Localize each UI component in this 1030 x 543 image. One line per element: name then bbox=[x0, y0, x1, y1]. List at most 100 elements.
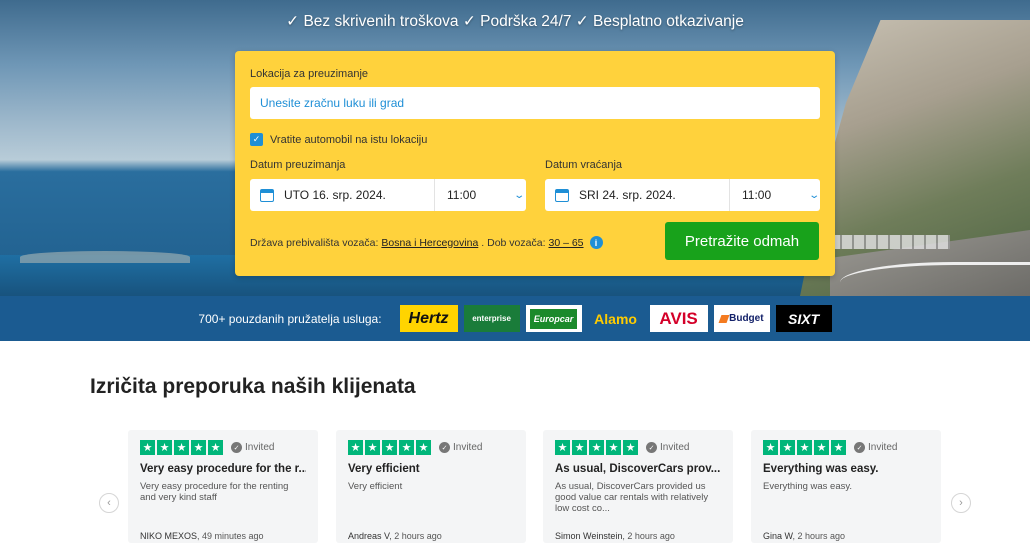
review-author: Gina W, 2 hours ago bbox=[763, 531, 845, 541]
europcar-logo-text: Europcar bbox=[529, 308, 578, 329]
star-icon: ★ bbox=[191, 440, 206, 455]
review-body: As usual, DiscoverCars provided us good … bbox=[555, 481, 709, 514]
star-icon: ★ bbox=[780, 440, 795, 455]
rating-stars: ★ ★ ★ ★ ★ ✓ Invited bbox=[555, 440, 721, 455]
star-icon: ★ bbox=[208, 440, 223, 455]
invited-badge: ✓ Invited bbox=[439, 442, 482, 453]
europcar-logo: Europcar bbox=[525, 305, 582, 332]
review-author-name: NIKO MEXOS bbox=[140, 531, 198, 541]
invited-badge: ✓ Invited bbox=[854, 442, 897, 453]
star-icon: ★ bbox=[555, 440, 570, 455]
hertz-logo: Hertz bbox=[399, 305, 458, 332]
verified-check-icon: ✓ bbox=[854, 442, 865, 453]
star-icon: ★ bbox=[174, 440, 189, 455]
providers-bar: 700+ pouzdanih pružatelja usluga: Hertz … bbox=[0, 296, 1030, 341]
same-location-row[interactable]: ✓ Vratite automobil na istu lokaciju bbox=[250, 133, 427, 146]
review-card: ★ ★ ★ ★ ★ ✓ Invited As usual, DiscoverCars pr… bbox=[543, 430, 733, 543]
review-body: Very easy procedure for the renting and … bbox=[140, 481, 289, 503]
checkbox-checked-icon[interactable]: ✓ bbox=[250, 133, 263, 146]
calendar-icon bbox=[260, 188, 274, 202]
review-title: As usual, DiscoverCars prov... bbox=[555, 463, 721, 475]
hero-railing bbox=[830, 235, 950, 249]
return-date-label: Datum vraćanja bbox=[545, 159, 623, 171]
star-icon: ★ bbox=[814, 440, 829, 455]
review-author: Andreas V, 2 hours ago bbox=[348, 531, 442, 541]
star-icon: ★ bbox=[606, 440, 621, 455]
review-time: , 49 minutes ago bbox=[197, 531, 264, 541]
pickup-time-select[interactable]: 11:00 bbox=[447, 188, 507, 202]
search-button[interactable]: Pretražite odmah bbox=[665, 222, 819, 260]
pickup-datetime-field: UTO 16. srp. 2024. 11:00 ⌄ bbox=[250, 179, 526, 211]
info-icon[interactable]: i bbox=[589, 236, 603, 249]
reviews-title: Izričita preporuka naših klijenata bbox=[90, 375, 416, 398]
star-icon: ★ bbox=[365, 440, 380, 455]
chevron-right-icon[interactable]: › bbox=[951, 493, 971, 513]
star-icon: ★ bbox=[382, 440, 397, 455]
invited-badge: ✓ Invited bbox=[646, 442, 689, 453]
verified-check-icon: ✓ bbox=[439, 442, 450, 453]
field-divider bbox=[434, 179, 435, 211]
return-datetime-field: SRI 24. srp. 2024. 11:00 ⌄ bbox=[545, 179, 820, 211]
star-icon: ★ bbox=[763, 440, 778, 455]
field-divider bbox=[729, 179, 730, 211]
review-time: , 2 hours ago bbox=[389, 531, 442, 541]
review-title: Everything was easy. bbox=[763, 463, 879, 475]
rating-stars: ★ ★ ★ ★ ★ ✓ Invited bbox=[140, 440, 306, 455]
review-author-name: Simon Weinstein bbox=[555, 531, 623, 541]
return-time-select[interactable]: 11:00 bbox=[742, 188, 802, 202]
star-icon: ★ bbox=[623, 440, 638, 455]
review-body: Very efficient bbox=[348, 481, 403, 492]
star-icon: ★ bbox=[157, 440, 172, 455]
star-icon: ★ bbox=[140, 440, 155, 455]
budget-logo-text: Budget bbox=[729, 313, 764, 324]
driver-info-row: Država prebivališta vozača: Bosna i Herc… bbox=[250, 236, 603, 249]
avis-logo: AVIS bbox=[649, 305, 708, 332]
age-prefix: . Dob vozača: bbox=[481, 236, 546, 249]
invited-label: Invited bbox=[868, 442, 898, 453]
sixt-logo: SIXT bbox=[775, 305, 832, 332]
pickup-date-field[interactable]: UTO 16. srp. 2024. bbox=[284, 188, 434, 202]
review-card: ★ ★ ★ ★ ★ ✓ Invited Very efficient Very effic… bbox=[336, 430, 526, 543]
location-input[interactable]: Unesite zračnu luku ili grad bbox=[250, 87, 820, 119]
verified-check-icon: ✓ bbox=[231, 442, 242, 453]
invited-label: Invited bbox=[453, 442, 483, 453]
review-title: Very efficient bbox=[348, 463, 420, 475]
star-icon: ★ bbox=[831, 440, 846, 455]
star-icon: ★ bbox=[797, 440, 812, 455]
review-time: , 2 hours ago bbox=[622, 531, 675, 541]
invited-badge: ✓ Invited bbox=[231, 442, 274, 453]
rating-stars: ★ ★ ★ ★ ★ ✓ Invited bbox=[763, 440, 929, 455]
verified-check-icon: ✓ bbox=[646, 442, 657, 453]
alamo-logo: Alamo bbox=[594, 310, 637, 327]
providers-text: 700+ pouzdanih pružatelja usluga: bbox=[198, 311, 382, 326]
invited-label: Invited bbox=[245, 442, 275, 453]
search-card: Lokacija za preuzimanje Unesite zračnu l… bbox=[235, 51, 835, 276]
return-date-field[interactable]: SRI 24. srp. 2024. bbox=[579, 188, 729, 202]
review-author-name: Andreas V bbox=[348, 531, 390, 541]
review-body: Everything was easy. bbox=[763, 481, 853, 492]
star-icon: ★ bbox=[399, 440, 414, 455]
residence-prefix: Država prebivališta vozača: bbox=[250, 236, 379, 249]
star-icon: ★ bbox=[589, 440, 604, 455]
review-author-name: Gina W bbox=[763, 531, 793, 541]
review-title: Very easy procedure for the r... bbox=[140, 463, 306, 475]
review-author: NIKO MEXOS, 49 minutes ago bbox=[140, 531, 264, 541]
chevron-left-icon[interactable]: ‹ bbox=[99, 493, 119, 513]
budget-logo: Budget bbox=[713, 305, 770, 332]
pickup-date-label: Datum preuzimanja bbox=[250, 159, 346, 171]
age-range-link[interactable]: 30 – 65 bbox=[548, 237, 583, 249]
star-icon: ★ bbox=[572, 440, 587, 455]
invited-label: Invited bbox=[660, 442, 690, 453]
chevron-down-icon[interactable]: ⌄ bbox=[513, 190, 525, 201]
star-icon: ★ bbox=[416, 440, 431, 455]
hero-island bbox=[20, 251, 190, 263]
rating-stars: ★ ★ ★ ★ ★ ✓ Invited bbox=[348, 440, 514, 455]
budget-mark-icon bbox=[718, 314, 729, 323]
chevron-down-icon[interactable]: ⌄ bbox=[808, 190, 820, 201]
residence-country-link[interactable]: Bosna i Hercegovina bbox=[381, 237, 478, 249]
location-label: Lokacija za preuzimanje bbox=[250, 68, 369, 80]
review-author: Simon Weinstein, 2 hours ago bbox=[555, 531, 675, 541]
hero-tagline: ✓ Bez skrivenih troškova ✓ Podrška 24/7 … bbox=[286, 13, 744, 30]
review-card: ★ ★ ★ ★ ★ ✓ Invited Very easy procedure for t… bbox=[128, 430, 318, 543]
review-time: , 2 hours ago bbox=[792, 531, 846, 541]
